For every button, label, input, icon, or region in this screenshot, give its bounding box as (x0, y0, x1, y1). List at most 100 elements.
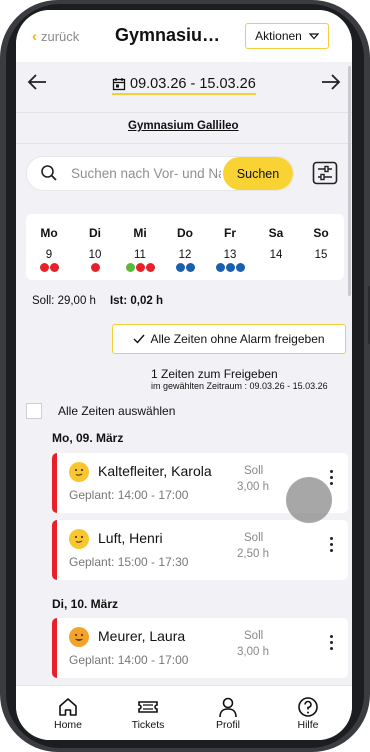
day-column[interactable]: Mi 11 (117, 214, 163, 273)
arrow-left-icon (27, 74, 46, 90)
ist-total: Ist: 0,02 h (109, 295, 163, 307)
status-dots (117, 263, 163, 273)
hours-totals: Soll: 29,00 h Ist: 0,02 h (32, 295, 163, 307)
status-dots (26, 263, 72, 273)
nav-label-tickets: Tickets (131, 719, 165, 731)
alarm-status-bar (52, 618, 57, 678)
status-dot (49, 263, 59, 272)
status-dot (39, 263, 49, 272)
day-column[interactable]: Di 10 (72, 214, 118, 273)
status-dots (162, 263, 208, 273)
calendar-icon (112, 78, 126, 91)
day-column[interactable]: Sa 14 (253, 214, 299, 273)
alarm-status-bar (52, 453, 57, 513)
status-dots (207, 263, 253, 273)
nav-item-profil[interactable]: Profil (193, 696, 263, 731)
day-column[interactable]: Mo 9 (26, 214, 72, 273)
status-dot (225, 263, 235, 272)
soll-label: Soll (244, 630, 264, 642)
page-title: Gymnasiu… (115, 25, 221, 45)
date-navigation: 09.03.26 - 15.03.26 (16, 62, 352, 112)
soll-label: Soll (244, 532, 264, 544)
date-range-label: 09.03.26 - 15.03.26 (130, 76, 256, 92)
alarm-status-bar (52, 520, 57, 580)
nav-label-profil: Profil (216, 719, 240, 731)
arrow-right-icon (322, 74, 341, 90)
next-week-button[interactable] (320, 72, 342, 98)
status-dot (185, 263, 195, 272)
phone-frame: ‹ zurück Gymnasiu… Aktionen 09.03.26 - 1… (0, 0, 370, 752)
weekday-label: So (313, 226, 329, 240)
planned-time: Geplant: 14:00 - 17:00 (69, 653, 189, 667)
mood-face-icon (69, 529, 89, 549)
more-options-icon[interactable] (330, 537, 334, 555)
status-dot (125, 263, 135, 272)
nav-label-hilfe: Hilfe (297, 719, 319, 731)
soll-label: Soll (244, 465, 264, 477)
date-range-picker[interactable]: 09.03.26 - 15.03.26 (112, 76, 256, 95)
date-group-header: Di, 10. März (52, 597, 119, 611)
search-icon (41, 165, 57, 181)
bottom-navigation: Home Tickets Profil Hilfe (16, 685, 352, 740)
planned-time: Geplant: 15:00 - 17:30 (69, 555, 189, 569)
search-button[interactable]: Suchen (223, 157, 293, 190)
more-options-icon[interactable] (330, 470, 334, 488)
time-entry-card[interactable]: Luft, Henri Geplant: 15:00 - 17:30 Soll 2,5… (52, 520, 348, 580)
previous-week-button[interactable] (26, 72, 48, 98)
weekday-label: Mi (133, 226, 147, 240)
soll-total: Soll: 29,00 h (32, 295, 96, 307)
status-dots (253, 263, 299, 273)
ticket-icon (138, 701, 158, 713)
checkmark-icon (133, 334, 145, 344)
help-icon (298, 697, 318, 717)
soll-value: 2,50 h (237, 548, 269, 560)
back-label: zurück (41, 29, 80, 44)
day-number: 13 (223, 249, 237, 261)
nav-item-home[interactable]: Home (33, 696, 103, 731)
day-number: 14 (269, 249, 283, 261)
mood-face-icon (69, 627, 89, 647)
search-bar: Suchen (26, 156, 294, 191)
day-column[interactable]: Fr 13 (207, 214, 253, 273)
nav-item-tickets[interactable]: Tickets (113, 696, 183, 731)
weekday-label: Di (89, 226, 101, 240)
search-input[interactable] (71, 157, 221, 190)
top-bar: ‹ zurück Gymnasiu… Aktionen (16, 10, 352, 62)
back-button[interactable]: ‹ zurück (32, 28, 79, 45)
release-all-button[interactable]: Alle Zeiten ohne Alarm freigeben (112, 324, 346, 354)
employee-name: Meurer, Laura (98, 628, 186, 644)
time-entry-card[interactable]: Meurer, Laura Geplant: 14:00 - 17:00 Soll 3… (52, 618, 348, 678)
select-all-label: Alle Zeiten auswählen (58, 404, 176, 418)
planned-time: Geplant: 14:00 - 17:00 (69, 488, 189, 502)
scrollbar[interactable] (348, 66, 351, 296)
more-options-icon[interactable] (330, 635, 334, 653)
day-column[interactable]: So 15 (298, 214, 344, 273)
status-dots (72, 263, 118, 273)
soll-value: 3,00 h (237, 481, 269, 493)
filter-settings-icon[interactable] (312, 161, 338, 185)
actions-label: Aktionen (255, 29, 302, 43)
day-number: 15 (314, 249, 328, 261)
day-column[interactable]: Do 12 (162, 214, 208, 273)
mood-face-icon (69, 462, 89, 482)
day-number: 9 (45, 249, 53, 261)
status-dot (175, 263, 185, 272)
day-number: 11 (134, 249, 146, 261)
actions-dropdown[interactable]: Aktionen (245, 23, 329, 49)
status-dot (135, 263, 145, 272)
day-number: 12 (178, 249, 192, 261)
release-all-label: Alle Zeiten ohne Alarm freigeben (150, 332, 325, 346)
date-group-header: Mo, 09. März (52, 431, 124, 445)
status-dot (215, 263, 225, 272)
nav-item-hilfe[interactable]: Hilfe (273, 696, 343, 731)
app-screen: ‹ zurück Gymnasiu… Aktionen 09.03.26 - 1… (16, 10, 352, 740)
chevron-down-icon (308, 32, 319, 39)
employee-name: Luft, Henri (98, 530, 163, 546)
select-all-checkbox[interactable] (26, 403, 42, 419)
weekday-label: Do (177, 226, 193, 240)
select-all-row[interactable]: Alle Zeiten auswählen (26, 403, 175, 419)
status-dot (145, 263, 155, 272)
release-range: im gewählten Zeitraum : 09.03.26 - 15.03… (151, 381, 328, 391)
status-dot (235, 263, 245, 272)
school-link[interactable]: Gymnasium Gallileo (128, 120, 239, 132)
